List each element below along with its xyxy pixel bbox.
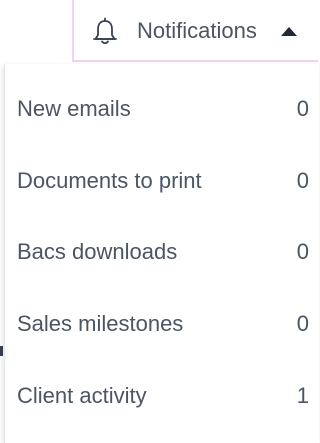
menu-item-new-emails[interactable]: New emails 0: [5, 81, 319, 137]
menu-item-count: 0: [296, 168, 309, 193]
menu-item-label: Documents to print: [17, 168, 202, 193]
notifications-dropdown: New emails 0 Documents to print 0 Bacs d…: [4, 64, 319, 443]
menu-item-label: Client activity: [17, 383, 147, 408]
menu-item-count: 0: [296, 239, 309, 264]
bell-icon: [93, 17, 117, 45]
menu-item-count: 1: [296, 383, 309, 408]
menu-item-client-activity[interactable]: Client activity 1: [5, 368, 319, 424]
menu-item-count: 0: [296, 96, 309, 121]
menu-item-label: Bacs downloads: [17, 239, 178, 264]
menu-item-sales-milestones[interactable]: Sales milestones 0: [5, 296, 319, 352]
notifications-label: Notifications: [137, 18, 257, 43]
page: Notifications New emails 0 Documents to …: [0, 0, 319, 443]
menu-item-label: New emails: [17, 96, 131, 121]
menu-item-label: Sales milestones: [17, 311, 184, 336]
notifications-toggle-button[interactable]: Notifications: [72, 0, 318, 62]
menu-item-count: 0: [296, 311, 309, 336]
background-edge-mark: [0, 346, 3, 356]
menu-item-bacs-downloads[interactable]: Bacs downloads 0: [5, 224, 319, 280]
menu-item-documents-to-print[interactable]: Documents to print 0: [5, 153, 319, 209]
caret-up-icon: [281, 27, 297, 36]
